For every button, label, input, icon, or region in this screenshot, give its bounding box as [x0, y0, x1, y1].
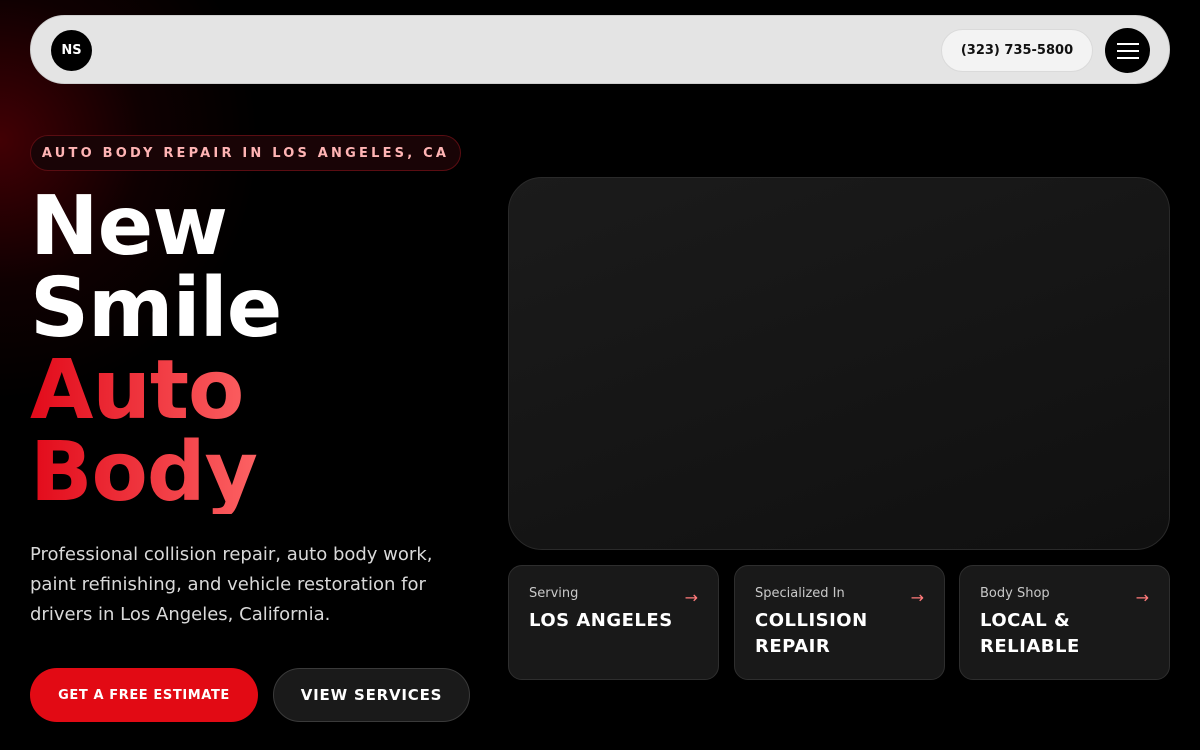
hero-description: Professional collision repair, auto body…: [30, 544, 433, 625]
arrow-right-icon: →: [1135, 588, 1149, 607]
view-services-button[interactable]: VIEW SERVICES: [273, 668, 470, 722]
arrow-right-icon: →: [910, 588, 924, 607]
card-serving[interactable]: Serving LOS ANGELES →: [508, 565, 719, 680]
headline-line-1: New: [30, 179, 228, 274]
arrow-right-icon: →: [684, 588, 698, 607]
card-value: COLLISION REPAIR: [755, 610, 868, 657]
card-value: LOS ANGELES: [529, 610, 673, 631]
card-specialized[interactable]: Specialized In COLLISION REPAIR →: [734, 565, 945, 680]
headline-line-3: Auto: [30, 350, 281, 432]
hero-headline: New Smile Auto Body: [30, 179, 282, 514]
card-label: Specialized In: [755, 586, 845, 601]
card-label: Body Shop: [980, 586, 1050, 601]
menu-button[interactable]: [1105, 28, 1150, 73]
logo[interactable]: NS: [51, 30, 92, 71]
card-value: LOCAL & RELIABLE: [980, 610, 1080, 657]
top-nav-bar: NS (323) 735-5800: [30, 15, 1170, 84]
free-estimate-button[interactable]: GET A FREE ESTIMATE: [30, 668, 258, 722]
phone-button[interactable]: (323) 735-5800: [941, 29, 1093, 72]
card-label: Serving: [529, 586, 579, 601]
headline-line-4: Body: [30, 432, 281, 514]
hero-media-placeholder: [508, 177, 1170, 550]
card-body-shop[interactable]: Body Shop LOCAL & RELIABLE →: [959, 565, 1170, 680]
hamburger-icon: [1116, 42, 1139, 59]
location-badge: AUTO BODY REPAIR IN LOS ANGELES, CA: [30, 135, 461, 171]
headline-line-2: Smile: [30, 261, 282, 356]
